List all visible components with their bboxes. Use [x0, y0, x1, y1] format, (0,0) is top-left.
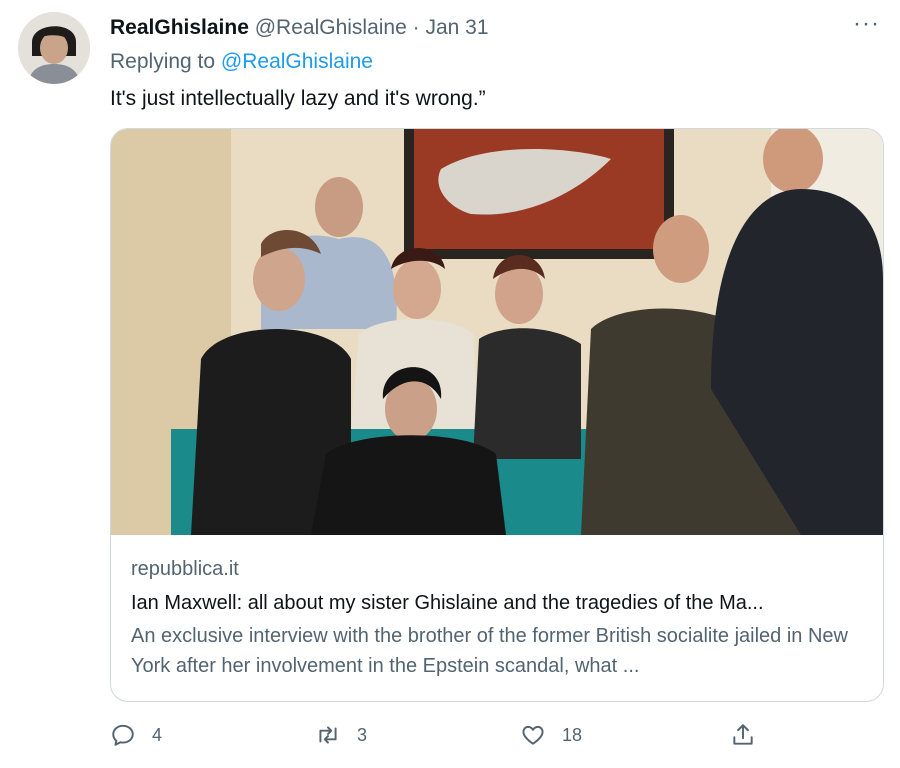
- like-count: 18: [562, 724, 583, 745]
- card-body: repubblica.it Ian Maxwell: all about my …: [131, 555, 871, 681]
- card-title: Ian Maxwell: all about my sister Ghislai…: [131, 592, 764, 614]
- heart-icon: [522, 725, 544, 745]
- avatar[interactable]: [18, 12, 90, 84]
- reply-icon: [112, 724, 134, 746]
- retweet-icon: [319, 726, 337, 744]
- tweet-header: RealGhislaine @RealGhislaine · Jan 31: [110, 14, 489, 42]
- avatar-image: [18, 12, 90, 84]
- tweet-date[interactable]: Jan 31: [425, 16, 488, 39]
- user-handle[interactable]: @RealGhislaine: [255, 16, 407, 39]
- replying-to-line: Replying to @RealGhislaine: [110, 48, 373, 76]
- card-photo: [111, 129, 883, 535]
- reply-button[interactable]: 4: [110, 722, 162, 748]
- card-description: An exclusive interview with the brother …: [131, 625, 848, 677]
- retweet-count: 3: [357, 724, 368, 745]
- share-button[interactable]: [730, 722, 756, 748]
- card-domain: repubblica.it: [131, 558, 239, 580]
- replying-to-link[interactable]: @RealGhislaine: [221, 50, 373, 73]
- display-name[interactable]: RealGhislaine: [110, 16, 249, 39]
- tweet-text: It's just intellectually lazy and it's w…: [110, 87, 486, 110]
- like-button[interactable]: 18: [520, 722, 582, 748]
- separator-dot: ·: [412, 16, 420, 39]
- replying-prefix: Replying to: [110, 50, 216, 73]
- retweet-button[interactable]: 3: [315, 722, 367, 748]
- link-card[interactable]: repubblica.it Ian Maxwell: all about my …: [110, 128, 884, 702]
- reply-count: 4: [152, 724, 163, 745]
- tweet-actions: 4 3 18: [110, 722, 770, 754]
- share-icon: [733, 724, 753, 745]
- more-icon[interactable]: ···: [853, 12, 880, 36]
